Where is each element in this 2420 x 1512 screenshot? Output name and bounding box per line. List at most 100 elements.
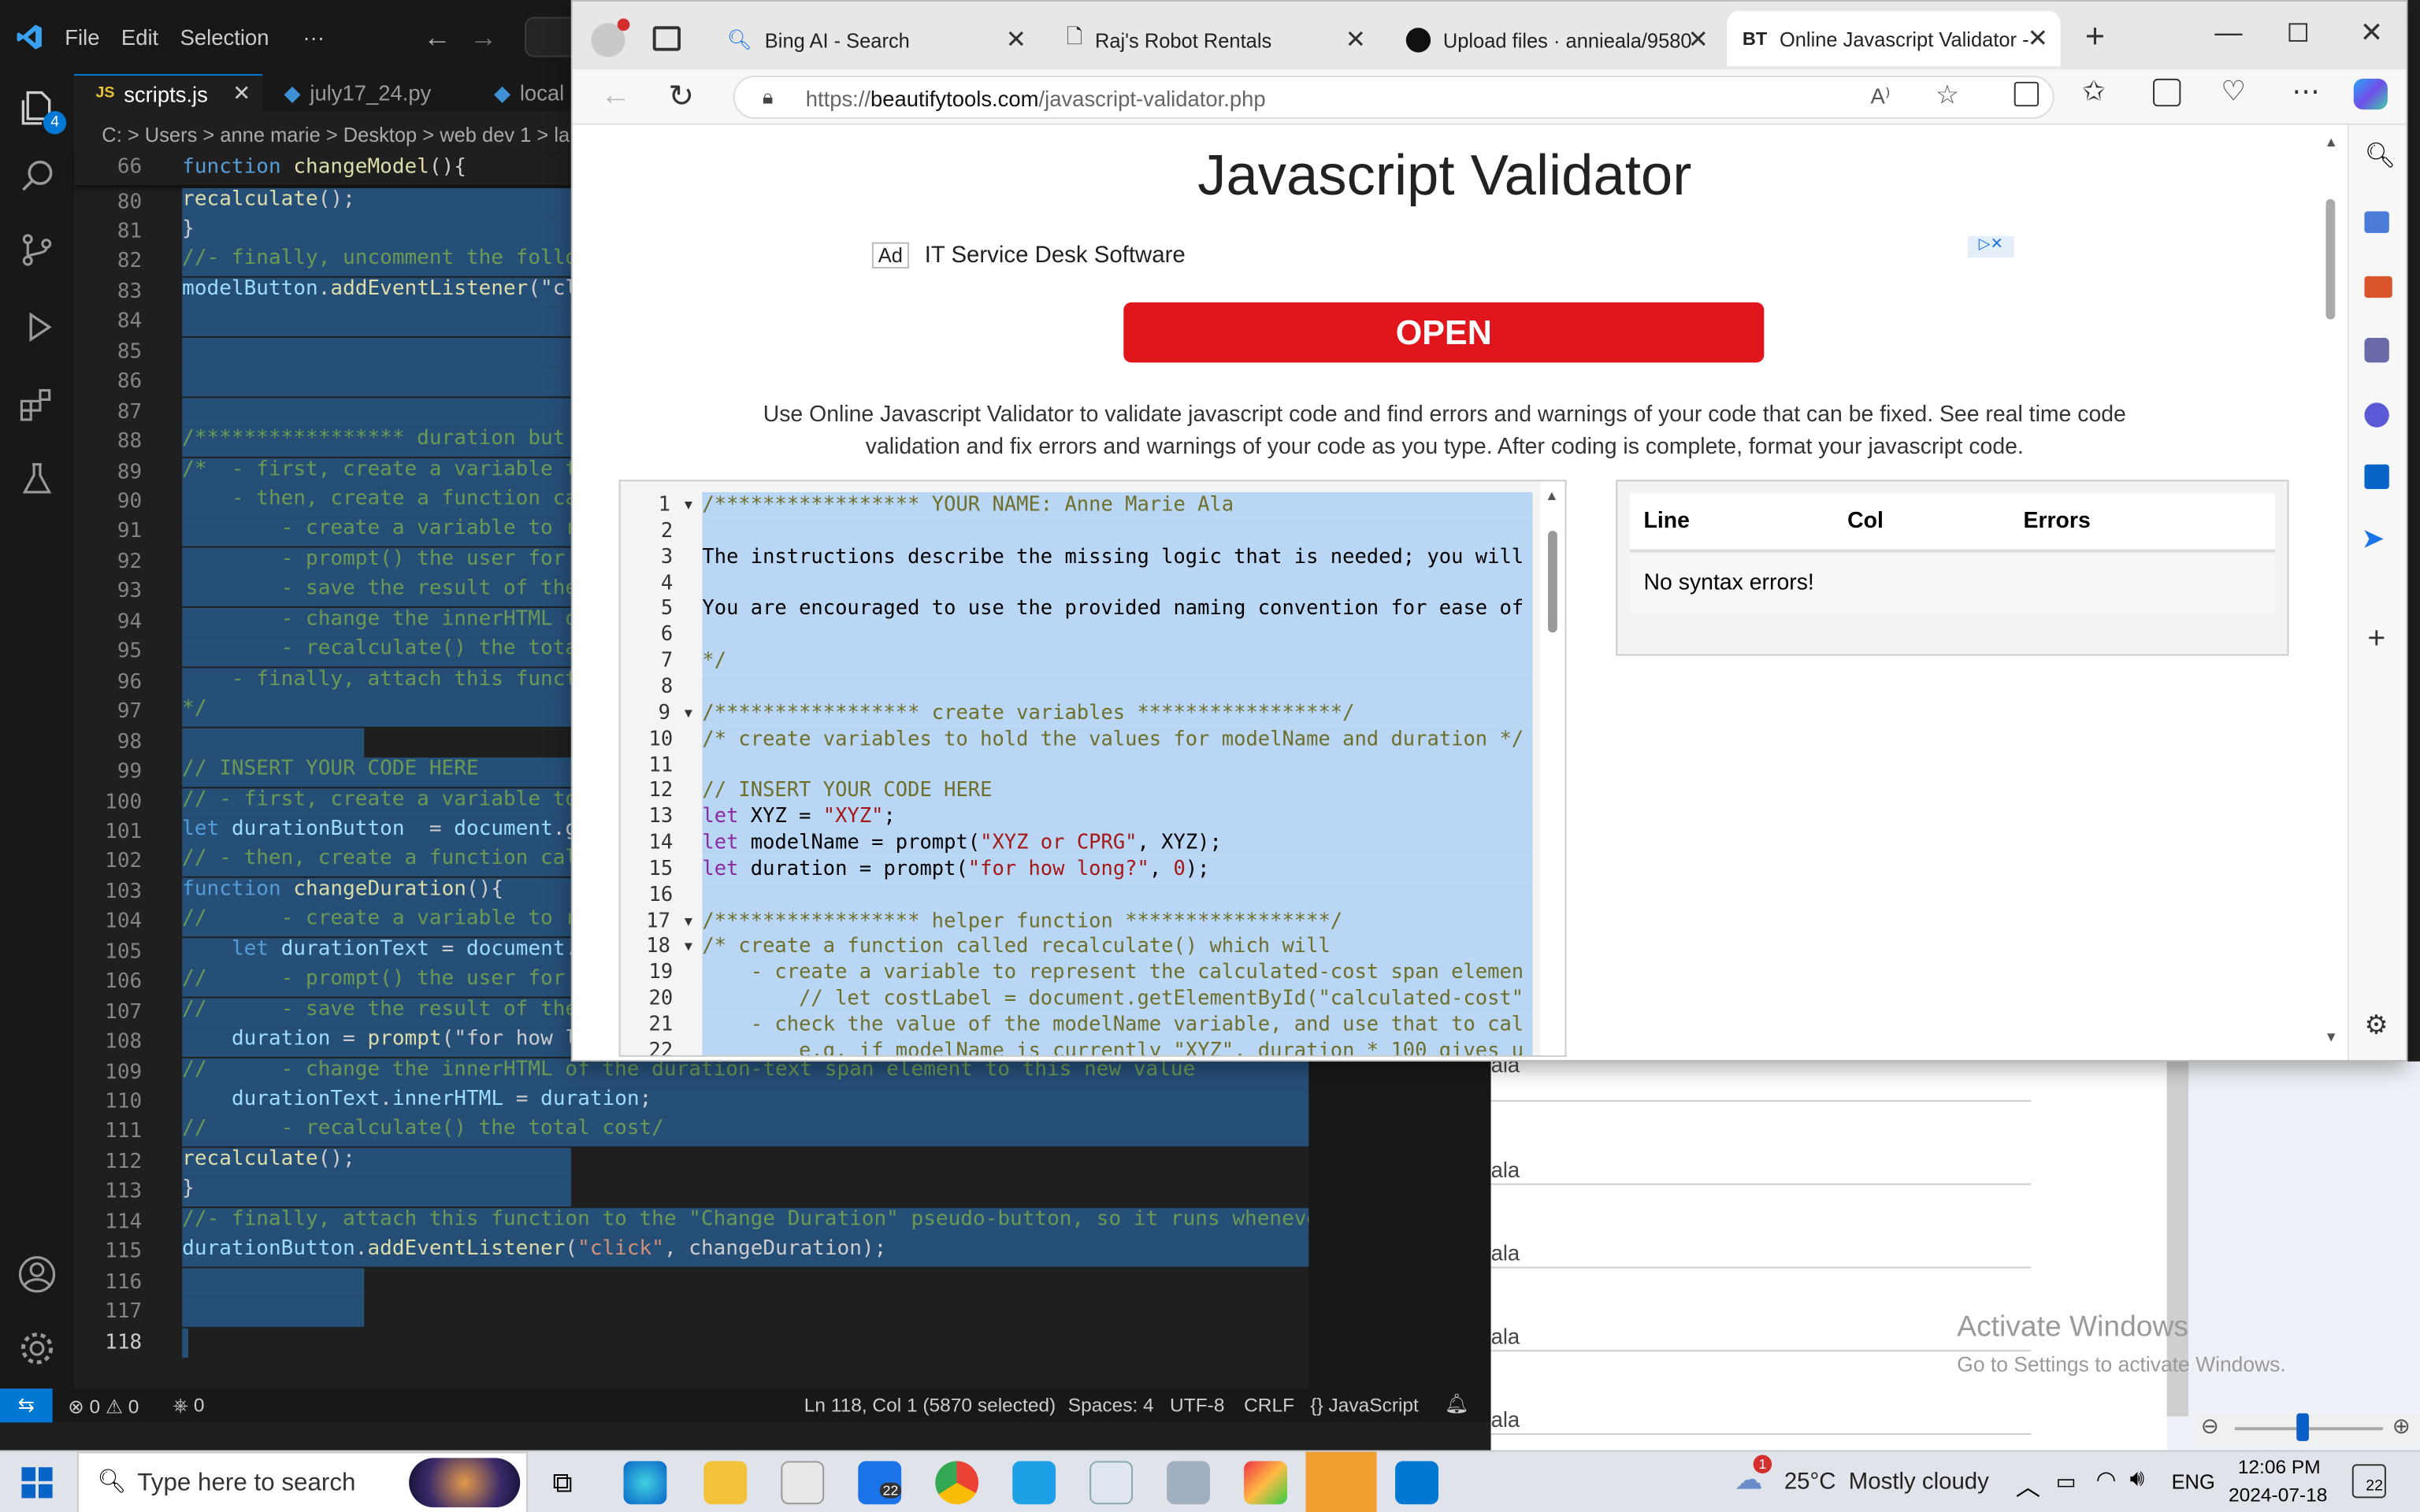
zoom-slider[interactable]: ⊖ ⊕ xyxy=(2194,1413,2420,1444)
code-line[interactable]: durationButton.addEventListener("click",… xyxy=(182,1237,1309,1267)
tab-july17-py[interactable]: ◆ july17_24.py xyxy=(269,74,473,111)
editor-code-line[interactable]: /***************** YOUR NAME: Anne Marie… xyxy=(702,491,1533,519)
editor-code-line[interactable]: // let costLabel = document.getElementBy… xyxy=(702,986,1533,1013)
app-icon[interactable] xyxy=(1012,1461,1056,1505)
ad-open-button[interactable]: OPEN xyxy=(1123,302,1765,363)
read-aloud-icon[interactable]: A⁾ xyxy=(1871,83,1891,109)
code-input-editor[interactable]: 1 ▾ 2 3 4 5 6 7 8 9 ▾ 10 11 12 13 14 15 16 17 ▾ 18 ▾ 19 20 2… xyxy=(618,480,1567,1058)
code-line[interactable]: - prompt() the user for xyxy=(182,547,571,577)
store-icon[interactable] xyxy=(781,1461,825,1505)
tab-scripts-js[interactable]: JS scripts.js ✕ xyxy=(74,74,263,112)
back-arrow-icon[interactable]: ← xyxy=(600,79,631,114)
send-icon[interactable]: ➤ xyxy=(2362,523,2385,555)
editor-code-line[interactable]: You are encouraged to use the provided n… xyxy=(702,596,1533,623)
browser-tab-robot-rentals[interactable]: 🗋 Raj's Robot Rentals ✕ xyxy=(1051,14,1378,67)
code-line[interactable]: //- finally, uncomment the follo xyxy=(182,247,571,277)
app-icon[interactable] xyxy=(1244,1461,1287,1505)
extensions-icon[interactable] xyxy=(16,383,59,426)
code-line[interactable]: // - prompt() the user for xyxy=(182,967,571,998)
vscode-taskbar-icon[interactable] xyxy=(1395,1461,1438,1505)
weather-text[interactable]: 25°C Mostly cloudy xyxy=(1784,1469,1989,1495)
testing-flask-icon[interactable] xyxy=(16,457,59,500)
battery-icon[interactable]: ▭ xyxy=(2056,1469,2077,1495)
language-indicator[interactable]: ENG xyxy=(2172,1470,2215,1493)
run-debug-icon[interactable] xyxy=(16,306,59,349)
close-icon[interactable]: ✕ xyxy=(1345,24,1366,55)
favorite-star-icon[interactable]: ☆ xyxy=(1936,80,1959,111)
code-line[interactable] xyxy=(182,1328,189,1358)
editor-code-line[interactable]: */ xyxy=(702,648,1533,675)
back-arrow-icon[interactable]: ← xyxy=(423,20,451,53)
editor-code-line[interactable] xyxy=(702,752,1533,779)
editor-code-line[interactable]: e.g. if modelName is currently "XYZ", du… xyxy=(702,1038,1533,1056)
file-explorer-icon[interactable] xyxy=(703,1461,748,1505)
list-item[interactable]: ala xyxy=(1490,1136,2032,1185)
task-view-icon[interactable]: ⧉ xyxy=(552,1467,572,1499)
list-item[interactable]: ala xyxy=(1490,1219,2032,1269)
browser-essentials-icon[interactable]: ♡ xyxy=(2221,76,2246,108)
code-line[interactable]: modelButton.addEventListener("cli xyxy=(182,277,571,307)
copilot-icon[interactable] xyxy=(2364,402,2389,428)
code-line[interactable]: // - change the innerHTML of the duratio… xyxy=(182,1058,1309,1088)
close-icon[interactable]: ✕ xyxy=(1688,24,1709,55)
favorites-icon[interactable]: ✩ xyxy=(2082,76,2106,108)
remote-icon[interactable]: ⇆ xyxy=(0,1388,53,1423)
cursor-position[interactable]: Ln 118, Col 1 (5870 selected) xyxy=(804,1395,1056,1416)
code-line[interactable]: /***************** duration but xyxy=(182,427,571,458)
minimap[interactable] xyxy=(1308,1061,1491,1389)
ad-banner[interactable]: Ad IT Service Desk Software xyxy=(871,242,1186,269)
code-line[interactable]: //- finally, attach this function to the… xyxy=(182,1207,1309,1237)
settings-more-icon[interactable]: ⋯ xyxy=(2292,76,2319,108)
code-line[interactable]: // - recalculate() the total cost/ xyxy=(182,1117,1309,1147)
clock-time[interactable]: 12:06 PM xyxy=(2238,1456,2321,1477)
code-line[interactable]: function changeDuration(){ xyxy=(182,877,571,907)
editor-code-line[interactable]: let duration = prompt("for how long?", 0… xyxy=(702,856,1533,883)
editor-code-line[interactable] xyxy=(702,570,1533,597)
forward-arrow-icon[interactable]: → xyxy=(470,20,497,53)
code-line[interactable]: - change the innerHTML o xyxy=(182,607,571,637)
editor-code-line[interactable] xyxy=(702,674,1533,701)
tab-local[interactable]: ◆ local xyxy=(478,74,571,111)
code-line[interactable]: // - then, create a function cal xyxy=(182,847,571,877)
code-line[interactable]: let durationText = document. xyxy=(182,937,571,967)
search-icon[interactable] xyxy=(16,154,59,198)
code-line[interactable]: // INSERT YOUR CODE HERE xyxy=(182,758,571,788)
problems-indicator[interactable]: ⊗ 0 ⚠ 0 xyxy=(68,1395,139,1418)
maximize-button[interactable] xyxy=(2288,23,2307,42)
account-icon[interactable] xyxy=(16,1253,59,1296)
clock-date[interactable]: 2024-07-18 xyxy=(2229,1484,2327,1506)
menu-more[interactable]: ··· xyxy=(303,24,325,49)
browser-tab-bing[interactable]: 🔍︎ Bing AI - Search ✕ xyxy=(711,14,1038,67)
profile-avatar[interactable] xyxy=(591,18,630,57)
code-line[interactable] xyxy=(182,1297,365,1328)
app-icon[interactable] xyxy=(1167,1461,1211,1505)
code-line[interactable]: // - save the result of the xyxy=(182,997,571,1028)
taskbar-search-box[interactable]: 🔍︎ Type here to search xyxy=(76,1451,529,1512)
sticky-scroll[interactable]: 66 function changeModel(){ xyxy=(74,154,571,186)
code-line[interactable]: durationText.innerHTML = duration; xyxy=(182,1088,1309,1117)
close-icon[interactable]: ✕ xyxy=(1006,24,1026,55)
code-line[interactable]: - save the result of the xyxy=(182,577,571,607)
close-icon[interactable]: ✕ xyxy=(232,80,251,106)
editor-code-line[interactable]: /***************** helper function *****… xyxy=(702,908,1533,935)
code-line[interactable]: - recalculate() the tota xyxy=(182,637,571,667)
explorer-icon[interactable]: 4 xyxy=(16,87,67,135)
editor-code-line[interactable]: - check the value of the modelName varia… xyxy=(702,1012,1533,1039)
editor-code-line[interactable]: /* create a function called recalculate(… xyxy=(702,934,1533,961)
tab-actions-icon[interactable] xyxy=(652,26,681,51)
search-icon[interactable]: 🔍︎ xyxy=(2364,140,2396,171)
games-icon[interactable] xyxy=(2364,338,2389,363)
security-shield-icon[interactable] xyxy=(1305,1451,1377,1512)
code-line[interactable]: - then, create a function ca xyxy=(182,487,571,517)
editor-scrollbar[interactable]: ▲ xyxy=(1540,481,1565,1056)
tag-icon[interactable] xyxy=(2364,211,2389,233)
menu-edit[interactable]: Edit xyxy=(121,24,158,49)
editor-code-line[interactable]: /* create variables to hold the values f… xyxy=(702,726,1533,753)
code-line[interactable] xyxy=(182,1267,365,1298)
close-window-button[interactable]: ✕ xyxy=(2360,17,2384,50)
code-line[interactable]: // - first, create a variable to xyxy=(182,788,571,817)
code-line[interactable] xyxy=(182,337,571,367)
source-control-icon[interactable] xyxy=(16,228,59,272)
ad-choices-icon[interactable]: ▷✕ xyxy=(1967,235,2014,258)
outlook-icon[interactable] xyxy=(2364,464,2389,490)
